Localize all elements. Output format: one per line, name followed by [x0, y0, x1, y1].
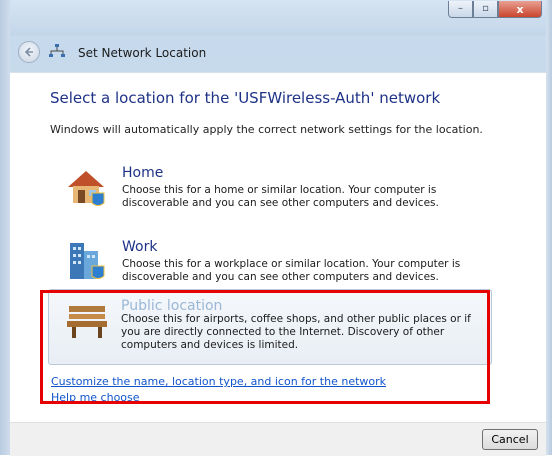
network-icon — [49, 44, 65, 57]
maximize-icon: ▫ — [482, 3, 489, 14]
option-home-description: Choose this for a home or similar locati… — [122, 184, 439, 209]
close-icon: x — [516, 2, 524, 16]
back-arrow-icon — [24, 47, 33, 57]
option-work[interactable]: Work Choose this for a workplace or simi… — [50, 239, 488, 285]
option-home[interactable]: Home Choose this for a home or similar l… — [50, 165, 488, 211]
dialog-footer: Cancel — [10, 422, 546, 456]
option-work-description: Choose this for a workplace or similar l… — [122, 258, 461, 283]
option-home-title: Home — [122, 165, 164, 181]
close-button[interactable]: x — [498, 1, 542, 18]
window-border-right — [546, 0, 552, 455]
highlight-box — [40, 290, 490, 404]
window-title: Set Network Location — [78, 46, 207, 60]
option-work-title: Work — [122, 239, 158, 255]
intro-text: Windows will automatically apply the cor… — [50, 123, 483, 136]
page-title: Select a location for the 'USFWireless-A… — [50, 89, 441, 107]
minimize-button[interactable]: – — [448, 1, 473, 18]
home-icon — [68, 171, 105, 206]
cancel-button[interactable]: Cancel — [482, 429, 538, 450]
minimize-icon: – — [458, 3, 463, 14]
work-icon — [70, 243, 105, 279]
back-button[interactable] — [18, 41, 40, 63]
maximize-button[interactable]: ▫ — [473, 1, 498, 18]
caption-buttons: – ▫ x — [448, 1, 542, 18]
window-border-left — [0, 0, 10, 455]
